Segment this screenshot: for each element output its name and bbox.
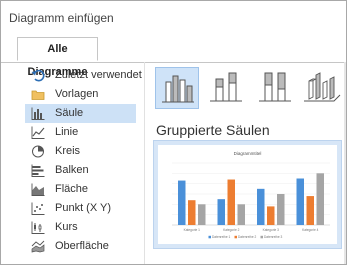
subtype-100-stacked-column[interactable] (253, 67, 297, 109)
category-label: Kategorie 4 (302, 228, 319, 232)
sidebar-item-label: Zuletzt verwendet (55, 69, 142, 81)
chart-title: Diagrammtitel (234, 151, 262, 156)
dialog-title: Diagramm einfügen (9, 11, 114, 25)
divider (344, 62, 346, 264)
divider (144, 62, 145, 264)
surface-chart-icon (31, 240, 45, 253)
bar-1-4 (296, 178, 304, 225)
subtype-clustered-column[interactable] (155, 67, 199, 109)
sidebar-item-label: Kreis (55, 145, 81, 157)
legend-swatch (208, 235, 211, 239)
bar-1-2 (217, 199, 225, 225)
stacked-column-icon (210, 72, 242, 102)
tab-strip: Alle Diagramme (1, 35, 346, 78)
sidebar-item-recent[interactable]: Zuletzt verwendet (25, 66, 142, 85)
bar-1-3 (257, 188, 265, 225)
area-chart-icon (31, 183, 45, 196)
sidebar-item-label: Fläche (55, 183, 89, 195)
sidebar-item-area[interactable]: Fläche (25, 180, 136, 199)
bar-2-2 (227, 179, 235, 225)
sidebar-item-label: Punkt (X Y) (55, 202, 112, 214)
legend-swatch (234, 235, 237, 239)
legend-swatch (260, 235, 263, 239)
sidebar-item-label: Säule (55, 107, 84, 119)
column-chart-icon (31, 107, 45, 120)
insert-chart-dialog: Diagramm einfügen Alle Diagramme Zuletzt… (0, 0, 347, 265)
sidebar-item-column[interactable]: Säule (25, 104, 136, 123)
tab-all-charts[interactable]: Alle Diagramme (17, 37, 98, 78)
chart-preview-canvas: Diagrammtitel Kategorie 1 Kategorie 2 Kate… (158, 145, 337, 244)
bar-2-1 (188, 200, 196, 225)
legend-label: Datenreihe 2 (238, 235, 256, 239)
category-label: Kategorie 1 (184, 228, 201, 232)
sidebar-item-stock[interactable]: Kurs (25, 218, 136, 237)
sidebar-item-pie[interactable]: Kreis (25, 142, 136, 161)
legend-label: Datenreihe 3 (264, 235, 282, 239)
chart-subtype-heading: Gruppierte Säulen (156, 122, 270, 138)
line-chart-icon (31, 126, 45, 139)
recent-arrow-icon (31, 69, 45, 82)
sidebar-item-bar[interactable]: Balken (25, 161, 136, 180)
bar-2-3 (267, 206, 275, 225)
sidebar-item-label: Vorlagen (55, 88, 99, 100)
bar-3-1 (198, 204, 206, 225)
bar-3-4 (316, 173, 324, 225)
bar-2-4 (306, 196, 314, 225)
bar-1-1 (178, 180, 186, 225)
3d-column-icon (304, 72, 341, 102)
folder-icon (31, 90, 45, 100)
subtype-stacked-column[interactable] (204, 67, 248, 109)
sidebar-item-surface[interactable]: Oberfläche (25, 237, 136, 256)
subtype-3d-column[interactable] (300, 67, 344, 109)
sidebar-item-templates[interactable]: Vorlagen (25, 85, 136, 104)
legend-label: Datenreihe 1 (212, 235, 230, 239)
chart-type-list: Zuletzt verwendet Vorlagen Säule Linie K… (25, 62, 142, 262)
category-label: Kategorie 3 (263, 228, 280, 232)
sidebar-item-label: Balken (55, 164, 89, 176)
bar-3-3 (277, 194, 285, 225)
sidebar-item-label: Kurs (55, 221, 78, 233)
sidebar-item-label: Oberfläche (55, 240, 109, 252)
pie-chart-icon (32, 145, 44, 158)
stock-chart-icon (31, 221, 45, 234)
sidebar-item-label: Linie (55, 126, 79, 138)
percent-stacked-column-icon (259, 72, 291, 102)
clustered-column-icon (162, 75, 194, 103)
title-bar: Diagramm einfügen (1, 1, 346, 35)
sidebar-item-scatter[interactable]: Punkt (X Y) (25, 199, 136, 218)
sidebar-item-line[interactable]: Linie (25, 123, 136, 142)
preview-chart: Diagrammtitel Kategorie 1 Kategorie 2 Kate… (172, 151, 330, 239)
chart-preview[interactable]: Diagrammtitel Kategorie 1 Kategorie 2 Kate… (153, 140, 342, 249)
bar-chart-icon (31, 164, 45, 177)
category-label: Kategorie 2 (223, 228, 240, 232)
scatter-chart-icon (31, 202, 45, 215)
bar-3-2 (237, 204, 245, 225)
